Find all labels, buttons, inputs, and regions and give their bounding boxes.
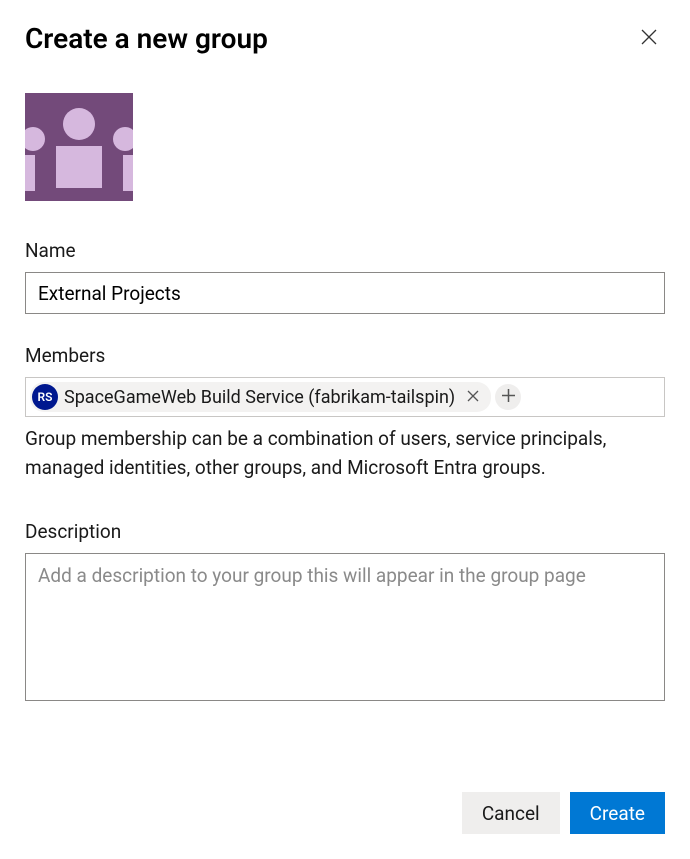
member-chip: RS SpaceGameWeb Build Service (fabrikam-… bbox=[30, 382, 491, 412]
avatar: RS bbox=[32, 384, 58, 410]
dialog-footer: Cancel Create bbox=[462, 792, 665, 834]
description-field: Description bbox=[25, 520, 665, 705]
plus-icon bbox=[502, 389, 515, 405]
cancel-button[interactable]: Cancel bbox=[462, 792, 560, 834]
members-label: Members bbox=[25, 344, 665, 367]
add-member-button[interactable] bbox=[495, 384, 521, 410]
group-avatar-icon bbox=[25, 93, 133, 201]
close-icon bbox=[641, 29, 657, 48]
description-label: Description bbox=[25, 520, 665, 543]
close-button[interactable] bbox=[633, 23, 665, 55]
members-input[interactable]: RS SpaceGameWeb Build Service (fabrikam-… bbox=[25, 377, 665, 417]
name-label: Name bbox=[25, 239, 665, 262]
description-input[interactable] bbox=[25, 553, 665, 701]
name-field: Name bbox=[25, 239, 665, 314]
dialog-title: Create a new group bbox=[25, 22, 268, 55]
create-button[interactable]: Create bbox=[570, 792, 665, 834]
remove-member-button[interactable] bbox=[461, 385, 485, 409]
members-field: Members RS SpaceGameWeb Build Service (f… bbox=[25, 344, 665, 482]
name-input[interactable] bbox=[25, 272, 665, 314]
members-helper-text: Group membership can be a combination of… bbox=[25, 425, 665, 482]
remove-icon bbox=[467, 390, 479, 405]
member-chip-label: SpaceGameWeb Build Service (fabrikam-tai… bbox=[64, 387, 455, 408]
dialog-header: Create a new group bbox=[25, 22, 665, 55]
